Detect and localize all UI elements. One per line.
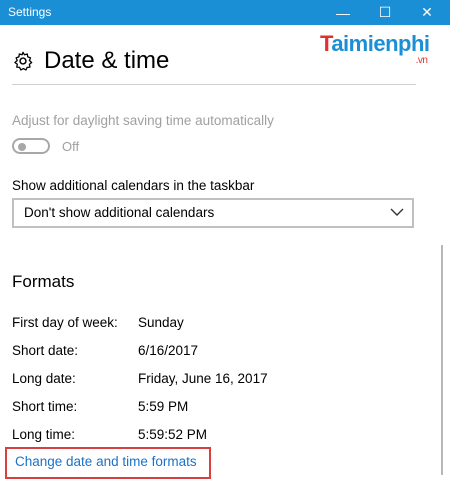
format-key: Short date: <box>12 343 79 358</box>
calendars-dropdown[interactable]: Don't show additional calendars <box>12 198 414 228</box>
format-key: Long time: <box>12 427 76 442</box>
page-header: Date & time <box>12 47 169 75</box>
chevron-down-icon <box>390 208 404 216</box>
format-key: Long date: <box>12 371 76 386</box>
watermark-logo: Taimienphi .vn <box>320 31 430 66</box>
daylight-label: Adjust for daylight saving time automati… <box>12 113 274 128</box>
highlight-box: Change date and time formats <box>5 447 211 479</box>
daylight-toggle-state: Off <box>62 139 80 154</box>
gear-icon <box>14 51 33 71</box>
logo-letter: T <box>320 31 332 56</box>
format-value: 5:59 PM <box>138 399 189 414</box>
format-value: 5:59:52 PM <box>138 427 208 442</box>
calendars-label: Show additional calendars in the taskbar <box>12 178 255 193</box>
daylight-toggle[interactable] <box>12 138 50 154</box>
formats-title: Formats <box>12 272 75 291</box>
calendars-selected-value: Don't show additional calendars <box>24 205 215 220</box>
maximize-button[interactable]: ☐ <box>364 0 406 25</box>
title-bar: Settings — ☐ ✕ <box>0 0 450 25</box>
format-value: 6/16/2017 <box>138 343 199 358</box>
change-formats-link[interactable]: Change date and time formats <box>15 454 197 469</box>
header-divider <box>12 84 416 85</box>
page-title: Date & time <box>44 47 170 74</box>
minimize-icon: — <box>336 4 350 21</box>
settings-content: Taimienphi .vn Date & time Adjust for da… <box>0 25 450 500</box>
scrollbar[interactable] <box>441 245 443 475</box>
close-icon: ✕ <box>421 4 433 20</box>
logo-suffix: .vn <box>415 55 428 66</box>
format-key: Short time: <box>12 399 78 414</box>
format-value: Sunday <box>138 315 184 330</box>
window-title: Settings <box>8 5 52 19</box>
minimize-button[interactable]: — <box>322 0 364 25</box>
close-button[interactable]: ✕ <box>406 0 448 25</box>
logo-text: aimienphi <box>331 31 430 56</box>
maximize-icon: ☐ <box>378 4 392 20</box>
format-value: Friday, June 16, 2017 <box>138 371 268 386</box>
format-key: First day of week: <box>12 315 118 330</box>
toggle-knob <box>18 143 26 151</box>
